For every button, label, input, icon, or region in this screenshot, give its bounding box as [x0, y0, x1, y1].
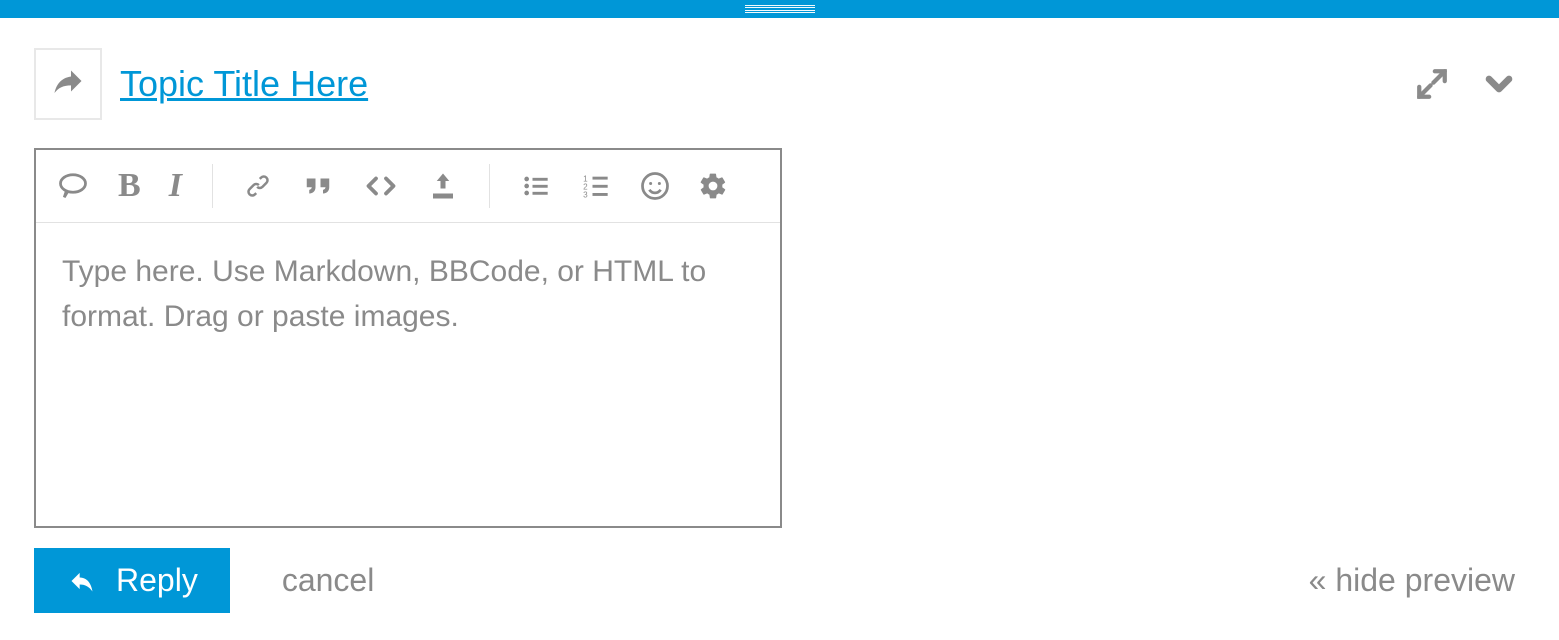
fullscreen-button[interactable] — [1409, 61, 1455, 107]
bullet-list-button[interactable] — [520, 172, 552, 200]
reply-icon — [66, 567, 98, 595]
emoji-button[interactable] — [640, 171, 670, 201]
expand-icon — [1415, 67, 1449, 101]
hide-preview-link[interactable]: « hide preview — [1309, 562, 1515, 599]
reply-button[interactable]: Reply — [34, 548, 230, 613]
reply-indicator — [34, 48, 102, 120]
settings-button[interactable] — [698, 171, 728, 201]
numbered-list-button[interactable]: 1 2 3 — [580, 172, 612, 200]
editor-placeholder: Type here. Use Markdown, BBCode, or HTML… — [62, 249, 754, 339]
composer-header: Topic Title Here — [34, 48, 1525, 120]
upload-button[interactable] — [427, 171, 459, 201]
grip-icon — [745, 5, 815, 13]
composer-actions: Reply cancel « hide preview — [34, 548, 1525, 613]
editor-toolbar: B I — [36, 150, 780, 223]
chevron-down-icon — [1479, 64, 1519, 104]
reply-button-label: Reply — [116, 562, 198, 599]
editor-textarea[interactable]: Type here. Use Markdown, BBCode, or HTML… — [36, 223, 780, 526]
topic-title-link[interactable]: Topic Title Here — [120, 63, 368, 105]
link-button[interactable] — [243, 171, 273, 201]
collapse-button[interactable] — [1473, 58, 1525, 110]
quote-button[interactable] — [301, 171, 335, 201]
share-arrow-icon — [50, 66, 86, 102]
italic-button[interactable]: I — [169, 167, 182, 205]
code-button[interactable] — [363, 171, 399, 201]
speech-bubble-icon[interactable] — [56, 171, 90, 201]
cancel-link[interactable]: cancel — [282, 562, 375, 599]
composer-drag-bar[interactable] — [0, 0, 1559, 18]
svg-text:3: 3 — [583, 191, 588, 200]
editor-container: B I — [34, 148, 782, 528]
bold-button[interactable]: B — [118, 167, 141, 205]
toolbar-separator — [212, 164, 213, 208]
toolbar-separator — [489, 164, 490, 208]
composer-body: Topic Title Here — [0, 18, 1559, 633]
